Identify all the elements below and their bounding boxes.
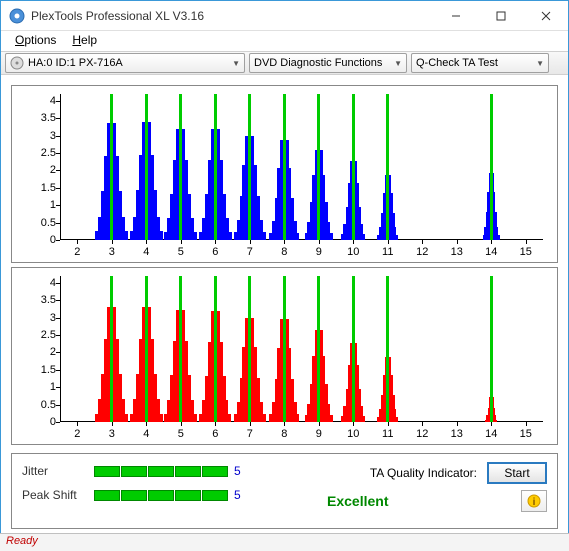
chevron-down-icon: ▼	[232, 59, 240, 68]
chevron-down-icon: ▼	[536, 59, 544, 68]
menu-options[interactable]: Options	[7, 31, 64, 51]
metrics-panel: Jitter 5 Peak Shift 5 TA Quality Indicat…	[11, 453, 558, 529]
test-label: Q-Check TA Test	[416, 57, 498, 69]
peakshift-value: 5	[234, 488, 250, 502]
app-icon	[9, 8, 25, 24]
chevron-down-icon: ▼	[394, 59, 402, 68]
peakshift-bar	[94, 490, 228, 501]
info-icon: i	[527, 494, 541, 508]
minimize-button[interactable]	[433, 1, 478, 30]
chart-land: 00.511.522.533.5423456789101112131415	[11, 267, 558, 445]
test-dropdown[interactable]: Q-Check TA Test ▼	[411, 53, 549, 73]
mode-dropdown[interactable]: DVD Diagnostic Functions ▼	[249, 53, 407, 73]
drive-dropdown[interactable]: HA:0 ID:1 PX-716A ▼	[5, 53, 245, 73]
chart-pit: 00.511.522.533.5423456789101112131415	[11, 85, 558, 263]
peakshift-label: Peak Shift	[22, 488, 88, 502]
jitter-value: 5	[234, 464, 250, 478]
svg-text:i: i	[533, 497, 536, 508]
window-title: PlexTools Professional XL V3.16	[31, 9, 433, 23]
info-button[interactable]: i	[521, 490, 547, 512]
status-bar: Ready	[0, 533, 569, 551]
menubar: Options Help	[1, 31, 568, 51]
drive-label: HA:0 ID:1 PX-716A	[28, 57, 123, 69]
close-button[interactable]	[523, 1, 568, 30]
ta-quality-value: Excellent	[327, 493, 388, 509]
start-button[interactable]: Start	[487, 462, 547, 484]
status-text: Ready	[6, 535, 38, 547]
menu-help[interactable]: Help	[64, 31, 105, 51]
maximize-button[interactable]	[478, 1, 523, 30]
ta-quality-label: TA Quality Indicator:	[370, 466, 477, 480]
mode-label: DVD Diagnostic Functions	[254, 57, 382, 69]
disc-icon	[10, 56, 24, 70]
jitter-label: Jitter	[22, 464, 88, 478]
toolbar: HA:0 ID:1 PX-716A ▼ DVD Diagnostic Funct…	[1, 51, 568, 75]
jitter-bar	[94, 466, 228, 477]
titlebar: PlexTools Professional XL V3.16	[1, 1, 568, 31]
